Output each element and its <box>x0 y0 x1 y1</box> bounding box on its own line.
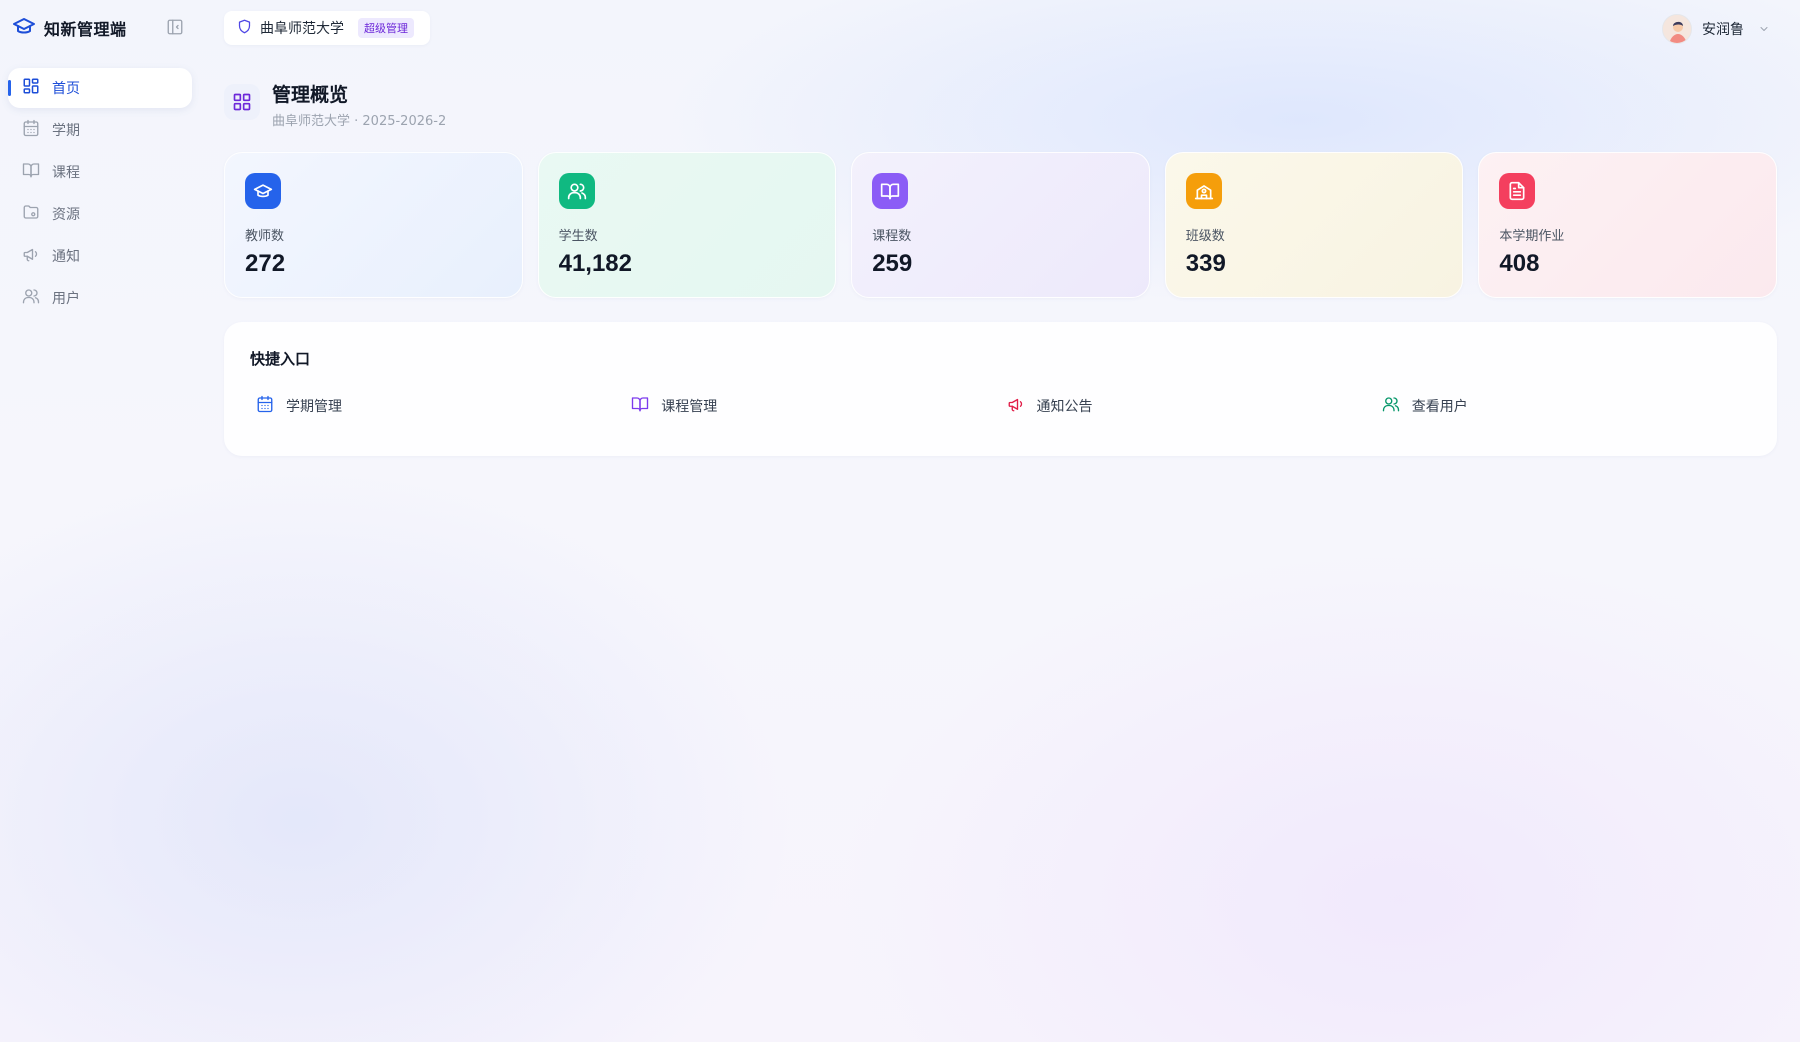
sidebar-item-home[interactable]: 首页 <box>8 68 192 108</box>
brand-logo[interactable]: 知新管理端 <box>12 14 127 42</box>
book-open-icon <box>22 161 40 183</box>
stat-value: 272 <box>245 250 286 277</box>
calendar-icon <box>22 119 40 141</box>
quick-item-label: 通知公告 <box>1036 399 1093 415</box>
graduation-cap-icon <box>12 14 36 42</box>
quick-item-label: 查看用户 <box>1411 399 1468 415</box>
dashboard-icon <box>224 84 260 120</box>
user-name: 安润鲁 <box>1702 22 1744 38</box>
sidebar-item-resources[interactable]: 资源 <box>8 194 192 234</box>
stat-card-students[interactable]: 学生数 41,182 <box>537 152 837 298</box>
stat-label: 教师数 <box>245 229 285 244</box>
shield-icon <box>237 19 252 38</box>
sidebar-item-users[interactable]: 用户 <box>8 278 192 318</box>
stat-value: 408 <box>1499 250 1540 277</box>
book-open-icon <box>872 173 909 209</box>
panel-left-icon <box>166 18 184 40</box>
folder-icon <box>22 203 40 225</box>
stat-card-teachers[interactable]: 教师数 272 <box>224 152 523 298</box>
sidebar-nav: 首页 学期 课程 资源 通知 用户 <box>8 68 192 320</box>
users-icon <box>558 173 595 209</box>
sidebar-collapse-button[interactable] <box>164 18 186 40</box>
sidebar-item-label: 资源 <box>52 207 80 223</box>
calendar-icon <box>256 395 274 417</box>
megaphone-icon <box>22 245 40 267</box>
quick-notices[interactable]: 通知公告 <box>1001 395 1376 417</box>
stat-card-courses[interactable]: 课程数 259 <box>851 152 1150 298</box>
quick-semester-management[interactable]: 学期管理 <box>250 395 625 417</box>
quick-view-users[interactable]: 查看用户 <box>1376 395 1751 417</box>
page-subtitle: 曲阜师范大学 · 2025-2026-2 <box>272 114 447 129</box>
quick-entry-list: 学期管理 课程管理 通知公告 查看用户 <box>250 395 1751 417</box>
org-switcher[interactable]: 曲阜师范大学 超级管理 <box>224 11 430 45</box>
stat-label: 班级数 <box>1185 229 1225 244</box>
quick-entry-panel: 快捷入口 学期管理 课程管理 通知公告 查看用户 <box>224 322 1777 456</box>
sidebar-item-label: 首页 <box>52 81 80 97</box>
page-title: 管理概览 <box>272 84 349 106</box>
book-open-icon <box>631 395 649 417</box>
sidebar-item-label: 课程 <box>52 165 80 181</box>
users-icon <box>22 287 40 309</box>
stat-card-classes[interactable]: 班级数 339 <box>1164 152 1464 298</box>
avatar <box>1662 14 1692 44</box>
quick-course-management[interactable]: 课程管理 <box>625 395 1000 417</box>
stat-cards: 教师数 272 学生数 41,182 课程数 259 班级数 339 本学期作业… <box>224 152 1777 298</box>
users-icon <box>1382 395 1400 417</box>
school-icon <box>1185 173 1222 209</box>
megaphone-icon <box>1007 395 1025 417</box>
quick-item-label: 学期管理 <box>286 399 342 415</box>
quick-entry-title: 快捷入口 <box>250 350 311 368</box>
dashboard-icon <box>22 77 40 99</box>
stat-card-assignments[interactable]: 本学期作业 408 <box>1478 152 1777 298</box>
sidebar-item-label: 通知 <box>52 249 80 265</box>
stat-label: 本学期作业 <box>1499 229 1565 244</box>
role-badge: 超级管理 <box>358 18 414 38</box>
chevron-down-icon <box>1754 20 1770 39</box>
sidebar-item-label: 学期 <box>52 123 80 139</box>
graduation-cap-icon <box>245 173 281 209</box>
page-header: 管理概览 曲阜师范大学 · 2025-2026-2 <box>224 82 446 129</box>
sidebar-item-notices[interactable]: 通知 <box>8 236 192 276</box>
stat-label: 课程数 <box>872 229 912 244</box>
sidebar-item-label: 用户 <box>52 291 80 307</box>
stat-value: 339 <box>1185 250 1226 277</box>
stat-value: 41,182 <box>558 250 632 277</box>
brand-title: 知新管理端 <box>44 20 127 39</box>
file-text-icon <box>1499 173 1536 209</box>
stat-value: 259 <box>872 250 913 277</box>
sidebar-item-courses[interactable]: 课程 <box>8 152 192 192</box>
quick-item-label: 课程管理 <box>661 399 718 415</box>
sidebar-item-semester[interactable]: 学期 <box>8 110 192 150</box>
stat-label: 学生数 <box>558 229 598 244</box>
org-name: 曲阜师范大学 <box>260 21 344 37</box>
user-menu[interactable]: 安润鲁 <box>1662 13 1770 45</box>
